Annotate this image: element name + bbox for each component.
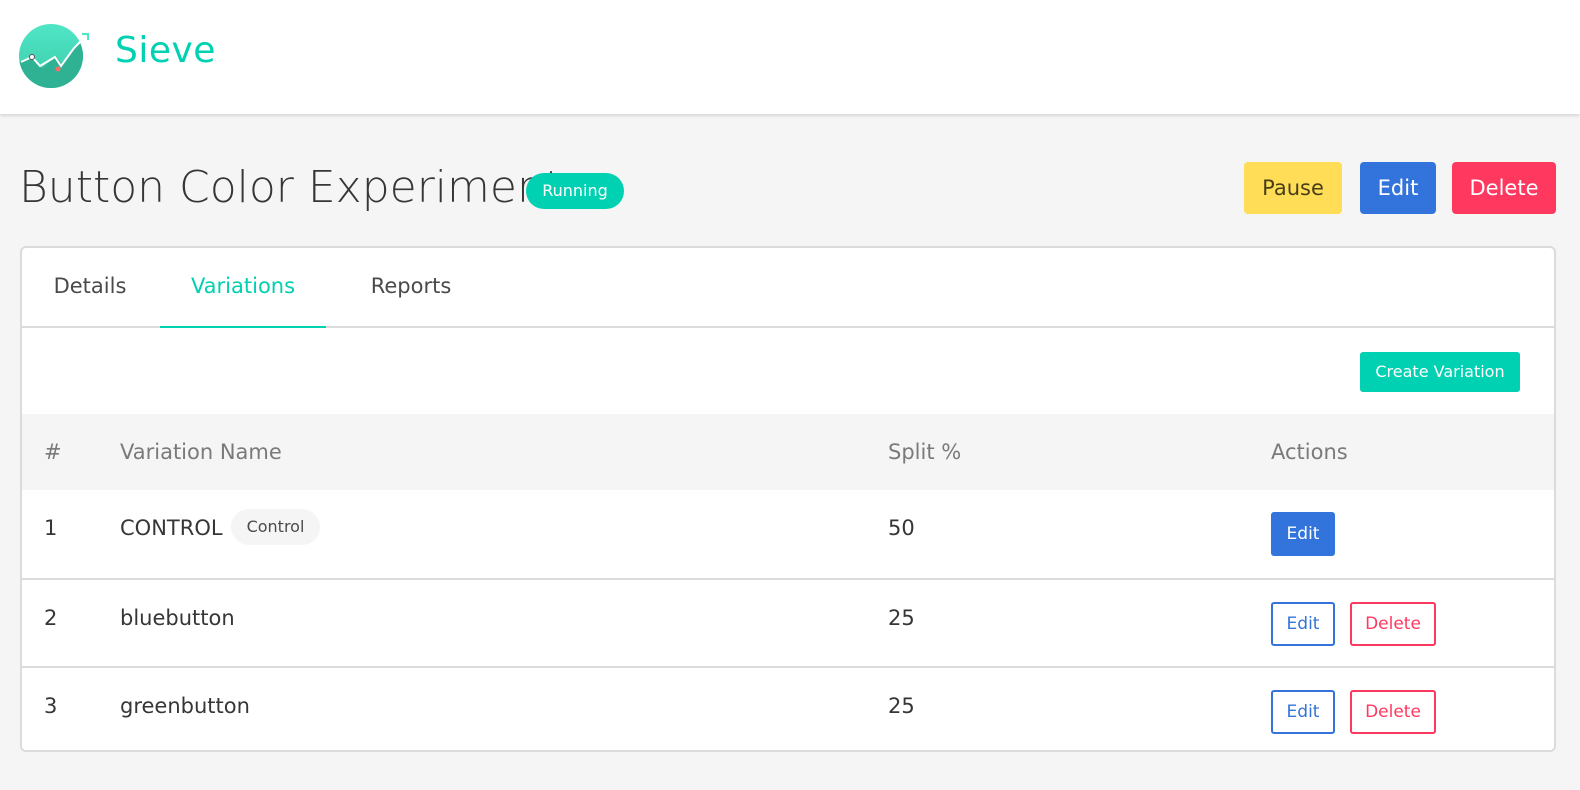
pause-button[interactable]: Pause: [1244, 162, 1342, 214]
table-row: 1 CONTROL Control 50 Edit: [22, 490, 1554, 578]
status-badge: Running: [526, 173, 624, 209]
page-title: Button Color Experiment: [19, 162, 563, 213]
edit-variation-button[interactable]: Edit: [1271, 602, 1335, 646]
variation-number: 2: [44, 606, 58, 630]
tab-variations[interactable]: Variations: [160, 248, 326, 328]
control-tag: Control: [230, 509, 321, 545]
variation-split: 25: [888, 694, 915, 718]
variation-number: 3: [44, 694, 58, 718]
edit-experiment-button[interactable]: Edit: [1360, 162, 1436, 214]
column-header-actions: Actions: [1271, 440, 1348, 464]
rising-chart-logo-icon[interactable]: [18, 22, 92, 90]
table-header: # Variation Name Split % Actions: [22, 414, 1554, 490]
column-header-number: #: [44, 440, 62, 464]
delete-variation-button[interactable]: Delete: [1350, 690, 1436, 734]
column-header-name: Variation Name: [120, 440, 282, 464]
variation-split: 50: [888, 516, 915, 540]
table-row: 3 greenbutton 25 Edit Delete: [22, 666, 1554, 750]
delete-variation-button[interactable]: Delete: [1350, 602, 1436, 646]
variation-name: CONTROL: [120, 516, 223, 540]
top-navbar: Sieve: [0, 0, 1580, 114]
table-row: 2 bluebutton 25 Edit Delete: [22, 578, 1554, 666]
variation-split: 25: [888, 606, 915, 630]
variation-name: greenbutton: [120, 694, 250, 718]
column-header-split: Split %: [888, 440, 962, 464]
edit-variation-button[interactable]: Edit: [1271, 690, 1335, 734]
tab-reports[interactable]: Reports: [326, 248, 496, 328]
variation-name-cell: CONTROL Control: [120, 490, 321, 570]
create-variation-button[interactable]: Create Variation: [1360, 352, 1520, 392]
edit-variation-button[interactable]: Edit: [1271, 512, 1335, 556]
tab-bar: Details Variations Reports: [22, 248, 1554, 328]
delete-experiment-button[interactable]: Delete: [1452, 162, 1556, 214]
tab-details[interactable]: Details: [22, 248, 158, 328]
experiment-card: Details Variations Reports Create Variat…: [20, 246, 1556, 752]
variation-number: 1: [44, 516, 58, 540]
variation-name: bluebutton: [120, 606, 235, 630]
brand-name[interactable]: Sieve: [115, 30, 216, 71]
